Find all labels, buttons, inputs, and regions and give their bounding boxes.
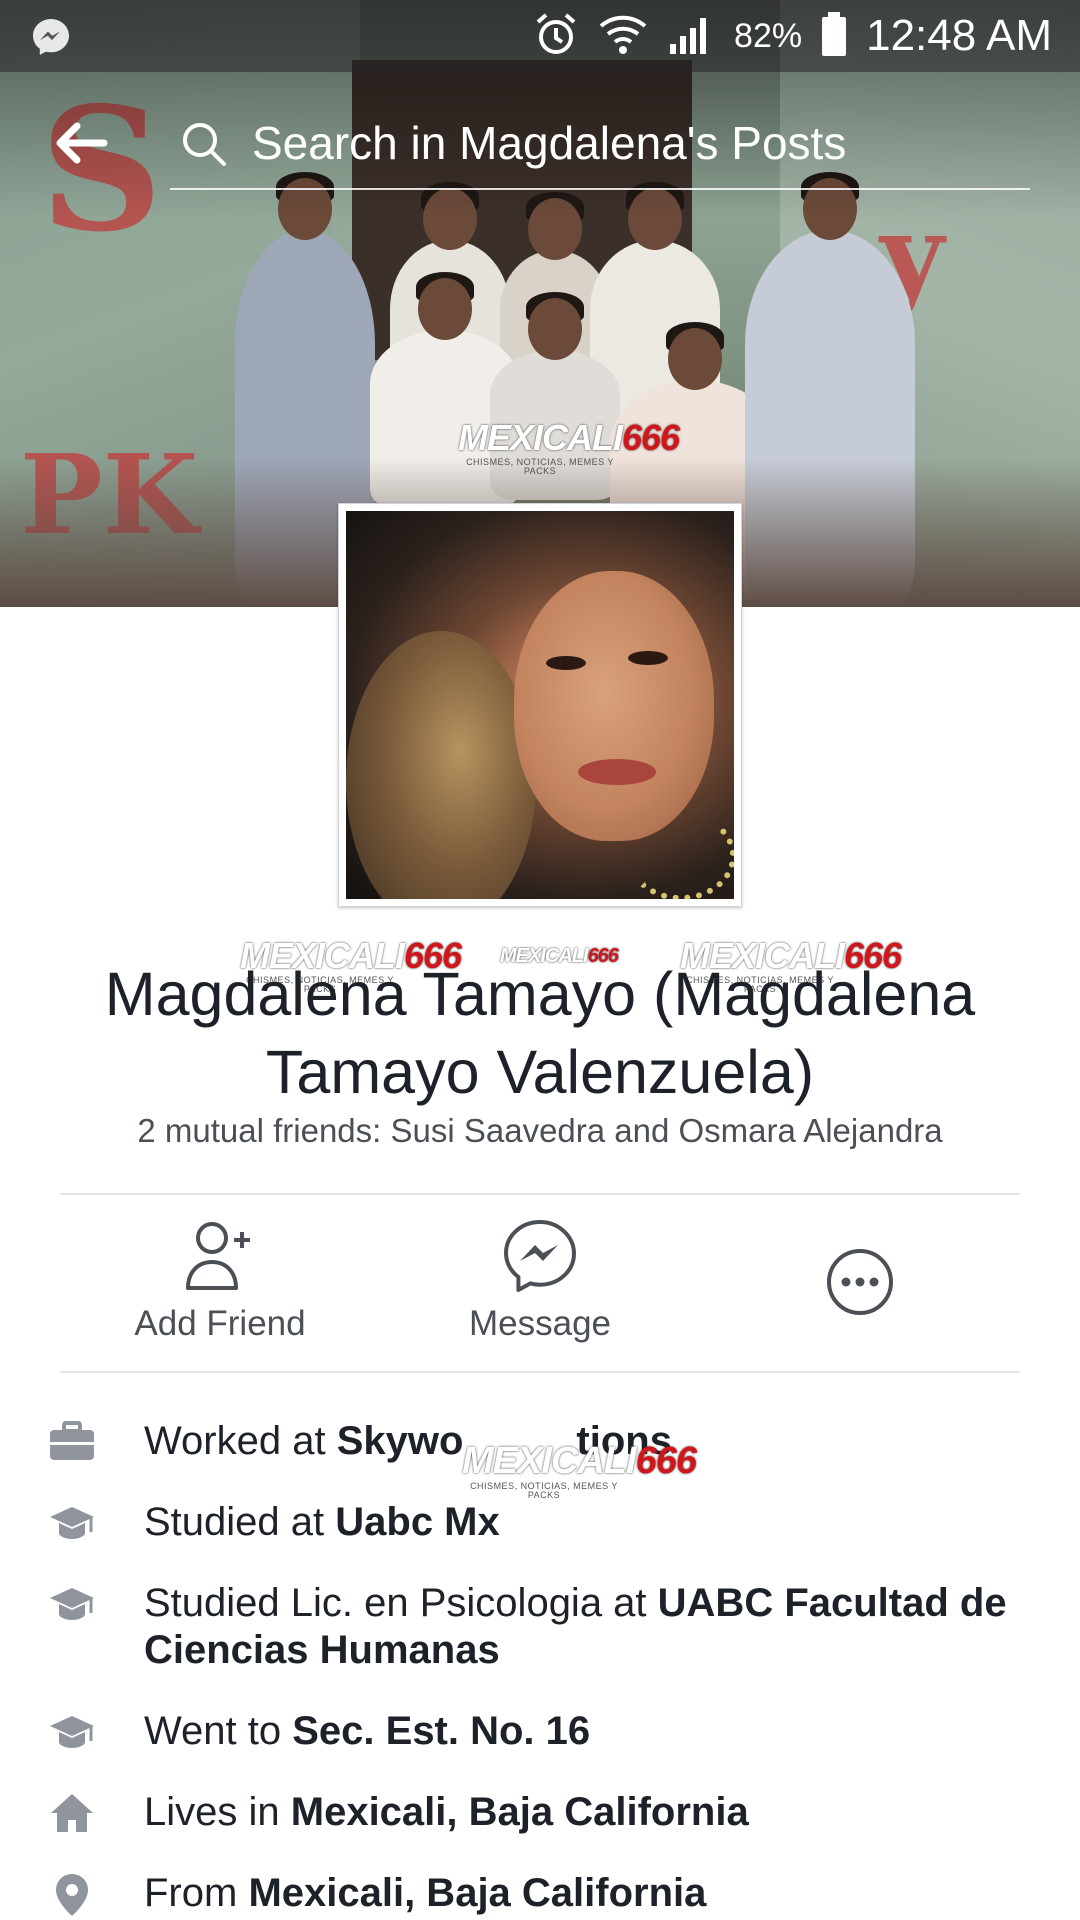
message-label: Message (468, 1304, 612, 1343)
school-link[interactable]: Sec. Est. No. 16 (292, 1709, 590, 1753)
profile-actions: Add Friend Message (60, 1196, 1020, 1372)
more-options-button[interactable] (700, 1196, 1020, 1372)
education-item[interactable]: Went to Sec. Est. No. 16 (0, 1708, 1080, 1755)
hometown-link[interactable]: Mexicali, Baja California (248, 1871, 706, 1915)
current-city-item[interactable]: Lives in Mexicali, Baja California (0, 1789, 1080, 1836)
battery-percentage: 82% (734, 16, 803, 55)
profile-name: Magdalena Tamayo (Magdalena Tamayo Valen… (104, 960, 976, 1106)
messenger-notification-icon (30, 16, 72, 63)
search-input[interactable]: Search in Magdalena's Posts (170, 100, 1030, 190)
battery-icon (820, 10, 848, 63)
briefcase-icon (48, 1420, 96, 1464)
hometown-item[interactable]: From Mexicali, Baja California (0, 1870, 1080, 1917)
back-arrow-icon[interactable] (52, 118, 116, 168)
education-item[interactable]: Studied at Uabc Mx (0, 1499, 1080, 1546)
about-watermark: MEXICALI666 CHISMES, NOTICIAS, MEMES Y P… (462, 1440, 697, 1500)
add-friend-label: Add Friend (134, 1304, 306, 1343)
add-friend-button[interactable]: Add Friend (60, 1196, 380, 1372)
search-placeholder: Search in Magdalena's Posts (252, 117, 847, 169)
home-icon (48, 1791, 96, 1835)
education-item[interactable]: Studied Lic. en Psicologia at UABC Facul… (0, 1580, 1080, 1674)
cover-watermark: MEXICALI666 CHISMES, NOTICIAS, MEMES Y P… (458, 417, 680, 476)
search-header: Search in Magdalena's Posts (0, 100, 1080, 190)
message-button[interactable]: Message (380, 1196, 700, 1372)
wifi-icon (598, 10, 648, 63)
location-pin-icon (48, 1872, 96, 1916)
divider (60, 1193, 1020, 1195)
graduation-cap-icon (48, 1710, 96, 1754)
graduation-cap-icon (48, 1582, 96, 1626)
signal-icon (666, 10, 716, 63)
status-bar: 82% 12:48 AM (0, 0, 1080, 72)
messenger-icon (500, 1216, 580, 1296)
profile-photo (346, 511, 734, 899)
graduation-cap-icon (48, 1501, 96, 1545)
city-link[interactable]: Mexicali, Baja California (291, 1790, 749, 1834)
alarm-icon (532, 10, 580, 63)
status-time: 12:48 AM (866, 11, 1052, 60)
school-link[interactable]: Uabc Mx (335, 1500, 500, 1544)
profile-picture[interactable] (338, 503, 742, 907)
mutual-friends-link[interactable]: 2 mutual friends: Susi Saavedra and Osma… (40, 1112, 1040, 1150)
add-friend-icon (180, 1216, 260, 1296)
search-icon (180, 120, 228, 168)
divider (60, 1371, 1020, 1373)
workplace-link[interactable]: Skywo (337, 1419, 464, 1463)
more-options-icon (820, 1242, 900, 1322)
